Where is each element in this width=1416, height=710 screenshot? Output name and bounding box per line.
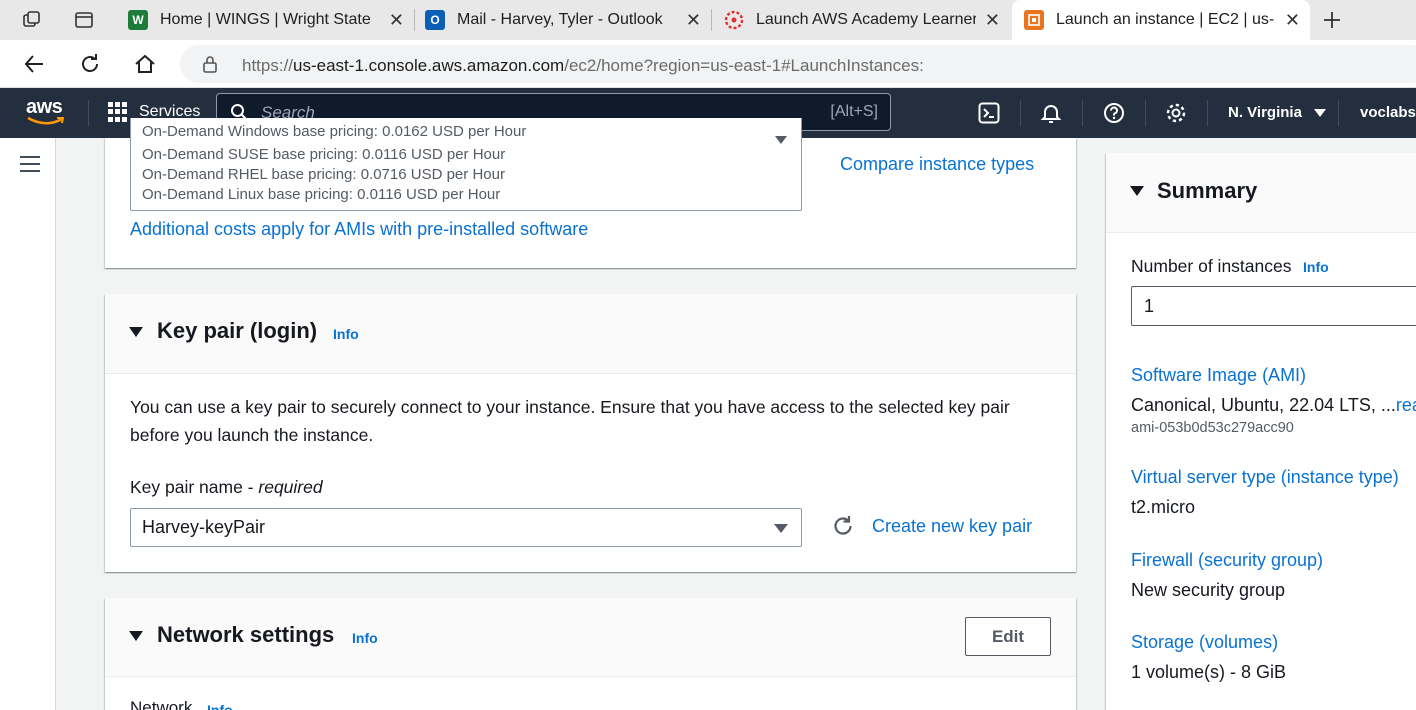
side-nav-rail bbox=[0, 138, 56, 710]
menu-hamburger-icon[interactable] bbox=[20, 156, 40, 172]
ec2-icon bbox=[1024, 10, 1044, 30]
keypair-field-label: Key pair name - required bbox=[130, 477, 323, 497]
pricing-rhel: On-Demand RHEL base pricing: 0.0716 USD … bbox=[142, 166, 505, 183]
pricing-suse: On-Demand SUSE base pricing: 0.0116 USD … bbox=[142, 146, 506, 163]
ami-summary-link[interactable]: Software Image (AMI) bbox=[1131, 365, 1306, 386]
close-tab-icon[interactable]: ✕ bbox=[1285, 10, 1300, 31]
lock-icon[interactable] bbox=[202, 55, 218, 78]
keypair-title: Key pair (login) bbox=[157, 318, 318, 343]
collapse-caret-icon[interactable] bbox=[129, 327, 143, 337]
tab-ec2-launch[interactable]: Launch an instance | EC2 | us-east-1 ✕ bbox=[1012, 0, 1310, 40]
search-shortcut: [Alt+S] bbox=[830, 103, 878, 120]
num-instances-label: Number of instances bbox=[1131, 256, 1292, 276]
home-icon[interactable] bbox=[131, 50, 159, 78]
services-grid-icon bbox=[108, 102, 128, 122]
keypair-panel-header[interactable]: Key pair (login) Info bbox=[105, 294, 1076, 374]
network-label: Network bbox=[130, 698, 193, 710]
close-tab-icon[interactable]: ✕ bbox=[686, 10, 701, 31]
network-panel-header[interactable]: Network settings Info Edit bbox=[105, 598, 1076, 677]
dropdown-caret-icon bbox=[775, 136, 787, 144]
pricing-windows: On-Demand Windows base pricing: 0.0162 U… bbox=[142, 123, 527, 140]
keypair-description-2: before you launch the instance. bbox=[130, 425, 374, 445]
canvas-icon bbox=[724, 10, 744, 30]
network-info-link[interactable]: Info bbox=[352, 630, 378, 646]
new-tab-icon[interactable] bbox=[1320, 8, 1344, 32]
tab-aws-academy[interactable]: Launch AWS Academy Learner Lab ✕ bbox=[712, 0, 1010, 40]
summary-title: Summary bbox=[1157, 178, 1258, 203]
refresh-keypairs-icon[interactable] bbox=[832, 515, 854, 542]
compare-instance-types-link[interactable]: Compare instance types bbox=[840, 154, 1034, 175]
browser-tabstrip: W Home | WINGS | Wright State University… bbox=[0, 0, 1416, 40]
help-icon[interactable] bbox=[1102, 101, 1126, 125]
region-selector[interactable]: N. Virginia bbox=[1228, 104, 1327, 121]
firewall-summary-value: New security group bbox=[1131, 580, 1286, 600]
chevron-down-icon bbox=[774, 524, 788, 533]
url-text: https://us-east-1.console.aws.amazon.com… bbox=[242, 56, 924, 75]
close-tab-icon[interactable]: ✕ bbox=[389, 10, 404, 31]
storage-summary-value: 1 volume(s) - 8 GiB bbox=[1131, 662, 1287, 682]
tab-actions-icon[interactable] bbox=[72, 8, 96, 32]
settings-gear-icon[interactable] bbox=[1164, 101, 1188, 125]
tab-title: Launch AWS Academy Learner Lab bbox=[756, 11, 976, 28]
tab-title: Mail - Harvey, Tyler - Outlook bbox=[457, 11, 663, 28]
tab-title: Launch an instance | EC2 | us-east-1 bbox=[1056, 11, 1274, 28]
tab-title: Home | WINGS | Wright State University bbox=[160, 11, 376, 28]
wings-favicon-icon: W bbox=[128, 10, 148, 30]
workspaces-icon[interactable] bbox=[20, 8, 44, 32]
network-title: Network settings bbox=[157, 622, 335, 647]
num-instances-info-link[interactable]: Info bbox=[1303, 259, 1329, 275]
address-bar[interactable]: https://us-east-1.console.aws.amazon.com… bbox=[180, 45, 1416, 83]
instance-type-details[interactable]: On-Demand Windows base pricing: 0.0162 U… bbox=[130, 118, 802, 211]
notifications-bell-icon[interactable] bbox=[1039, 101, 1063, 125]
browser-toolbar: https://us-east-1.console.aws.amazon.com… bbox=[0, 40, 1416, 88]
account-menu[interactable]: voclabs/ bbox=[1360, 104, 1416, 121]
num-instances-input[interactable]: 1 bbox=[1131, 286, 1416, 326]
back-icon[interactable] bbox=[20, 50, 48, 78]
pricing-linux: On-Demand Linux base pricing: 0.0116 USD… bbox=[142, 186, 501, 203]
instance-type-summary-link[interactable]: Virtual server type (instance type) bbox=[1131, 467, 1399, 488]
network-field-info-link[interactable]: Info bbox=[207, 702, 233, 710]
keypair-panel: Key pair (login) Info You can use a key … bbox=[105, 294, 1076, 572]
tab-outlook[interactable]: O Mail - Harvey, Tyler - Outlook ✕ bbox=[415, 0, 711, 40]
instance-type-summary-value: t2.micro bbox=[1131, 497, 1196, 517]
network-settings-panel: Network settings Info Edit Network Info bbox=[105, 598, 1076, 710]
region-caret-icon bbox=[1314, 109, 1327, 118]
summary-header[interactable]: Summary bbox=[1106, 153, 1416, 233]
refresh-icon[interactable] bbox=[76, 50, 104, 78]
firewall-summary-link[interactable]: Firewall (security group) bbox=[1131, 550, 1323, 571]
keypair-selected-value: Harvey-keyPair bbox=[142, 517, 266, 537]
storage-summary-link[interactable]: Storage (volumes) bbox=[1131, 632, 1278, 653]
create-new-keypair-link[interactable]: Create new key pair bbox=[872, 516, 1032, 537]
close-tab-icon[interactable]: ✕ bbox=[985, 10, 1000, 31]
tab-wings[interactable]: W Home | WINGS | Wright State University… bbox=[118, 0, 414, 40]
outlook-favicon-icon: O bbox=[425, 10, 445, 30]
keypair-description-1: You can use a key pair to securely conne… bbox=[130, 397, 1010, 417]
additional-costs-link[interactable]: Additional costs apply for AMIs with pre… bbox=[130, 219, 588, 240]
collapse-caret-icon[interactable] bbox=[129, 631, 143, 641]
keypair-select[interactable]: Harvey-keyPair bbox=[130, 508, 802, 547]
cloudshell-icon[interactable] bbox=[977, 101, 1001, 125]
collapse-caret-icon[interactable] bbox=[1130, 186, 1144, 196]
aws-logo[interactable]: aws bbox=[26, 97, 66, 126]
ami-id: ami-053b0d53c279acc90 bbox=[1131, 420, 1294, 436]
ami-read-more-link[interactable]: read more bbox=[1396, 395, 1416, 415]
edit-network-button[interactable]: Edit bbox=[965, 617, 1051, 656]
keypair-info-link[interactable]: Info bbox=[333, 326, 359, 342]
ami-summary-value: Canonical, Ubuntu, 22.04 LTS, ...read mo… bbox=[1131, 395, 1416, 416]
